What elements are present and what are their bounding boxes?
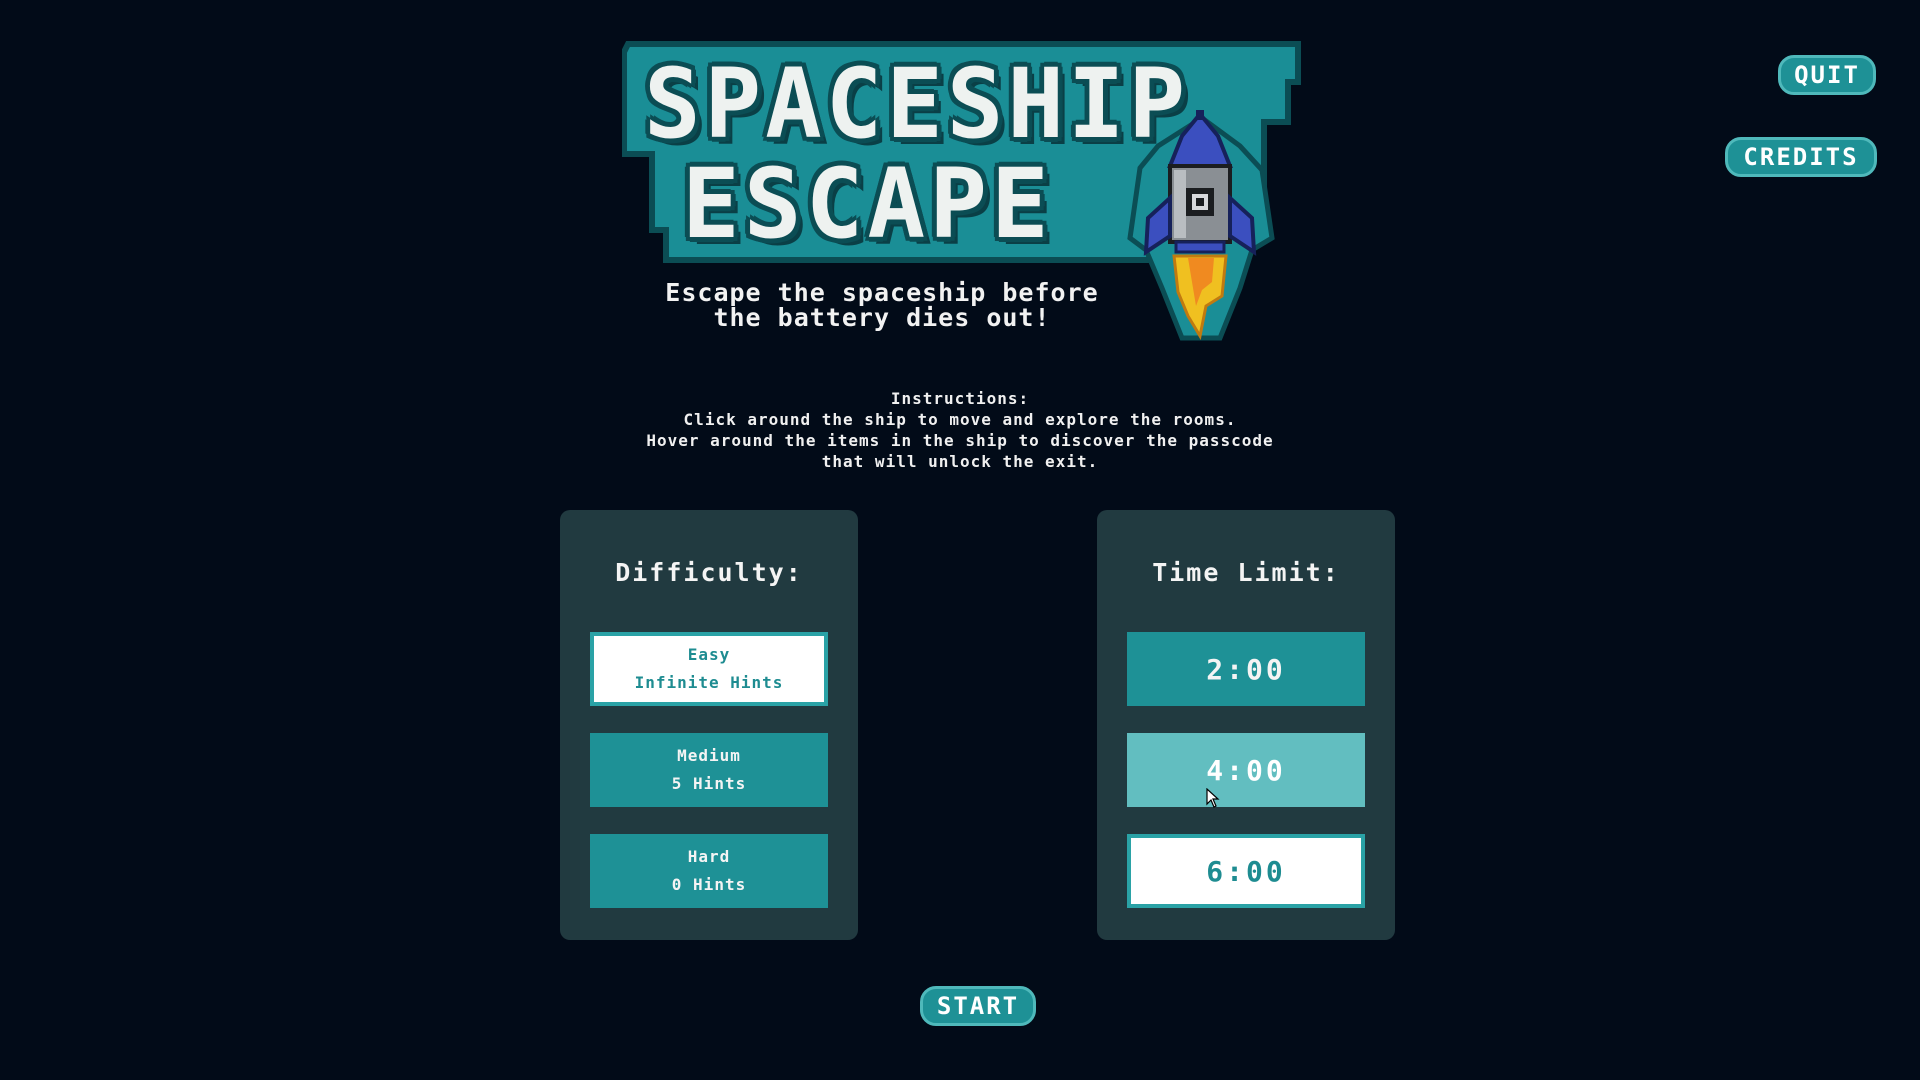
- title-line-2: ESCAPE: [682, 148, 1053, 260]
- hints-label: Infinite Hints: [634, 673, 784, 692]
- difficulty-medium-button[interactable]: Medium 5 Hints: [590, 733, 828, 807]
- game-logo: SPACESHIP ESCAPE Escape the spaceship be…: [622, 38, 1308, 348]
- hints-label: 5 Hints: [671, 774, 747, 793]
- difficulty-label: Easy: [687, 645, 731, 664]
- instructions: Instructions: Click around the ship to m…: [560, 388, 1360, 472]
- time-2-00-button[interactable]: 2:00: [1127, 632, 1365, 706]
- time-6-00-button[interactable]: 6:00: [1127, 834, 1365, 908]
- difficulty-title: Difficulty:: [615, 558, 803, 587]
- instructions-line: Hover around the items in the ship to di…: [646, 431, 1274, 450]
- instructions-line: that will unlock the exit.: [821, 452, 1099, 471]
- start-button[interactable]: START: [920, 986, 1036, 1026]
- difficulty-hard-button[interactable]: Hard 0 Hints: [590, 834, 828, 908]
- title-line-1: SPACESHIP: [644, 48, 1190, 160]
- time-limit-panel: Time Limit: 2:00 4:00 6:00: [1097, 510, 1395, 940]
- instructions-heading: Instructions:: [890, 389, 1030, 408]
- credits-button[interactable]: CREDITS: [1725, 137, 1877, 177]
- quit-button[interactable]: QUIT: [1778, 55, 1876, 95]
- mouse-pointer-icon: [1206, 788, 1220, 808]
- instructions-line: Click around the ship to move and explor…: [683, 410, 1237, 429]
- hints-label: 0 Hints: [671, 875, 747, 894]
- rocket-icon: [1143, 110, 1257, 340]
- time-limit-title: Time Limit:: [1152, 558, 1340, 587]
- subtitle-line-1: Escape the spaceship before: [665, 278, 1099, 307]
- difficulty-panel: Difficulty: Easy Infinite Hints Medium 5…: [560, 510, 858, 940]
- subtitle-line-2: the battery dies out!: [713, 303, 1051, 332]
- subtitle: Escape the spaceship before the battery …: [622, 280, 1142, 330]
- difficulty-label: Medium: [677, 746, 741, 765]
- time-4-00-button[interactable]: 4:00: [1127, 733, 1365, 807]
- main-menu-screen: QUIT CREDITS SPACESHIP ESCAPE Escape the…: [0, 0, 1920, 1080]
- difficulty-label: Hard: [687, 847, 731, 866]
- difficulty-easy-button[interactable]: Easy Infinite Hints: [590, 632, 828, 706]
